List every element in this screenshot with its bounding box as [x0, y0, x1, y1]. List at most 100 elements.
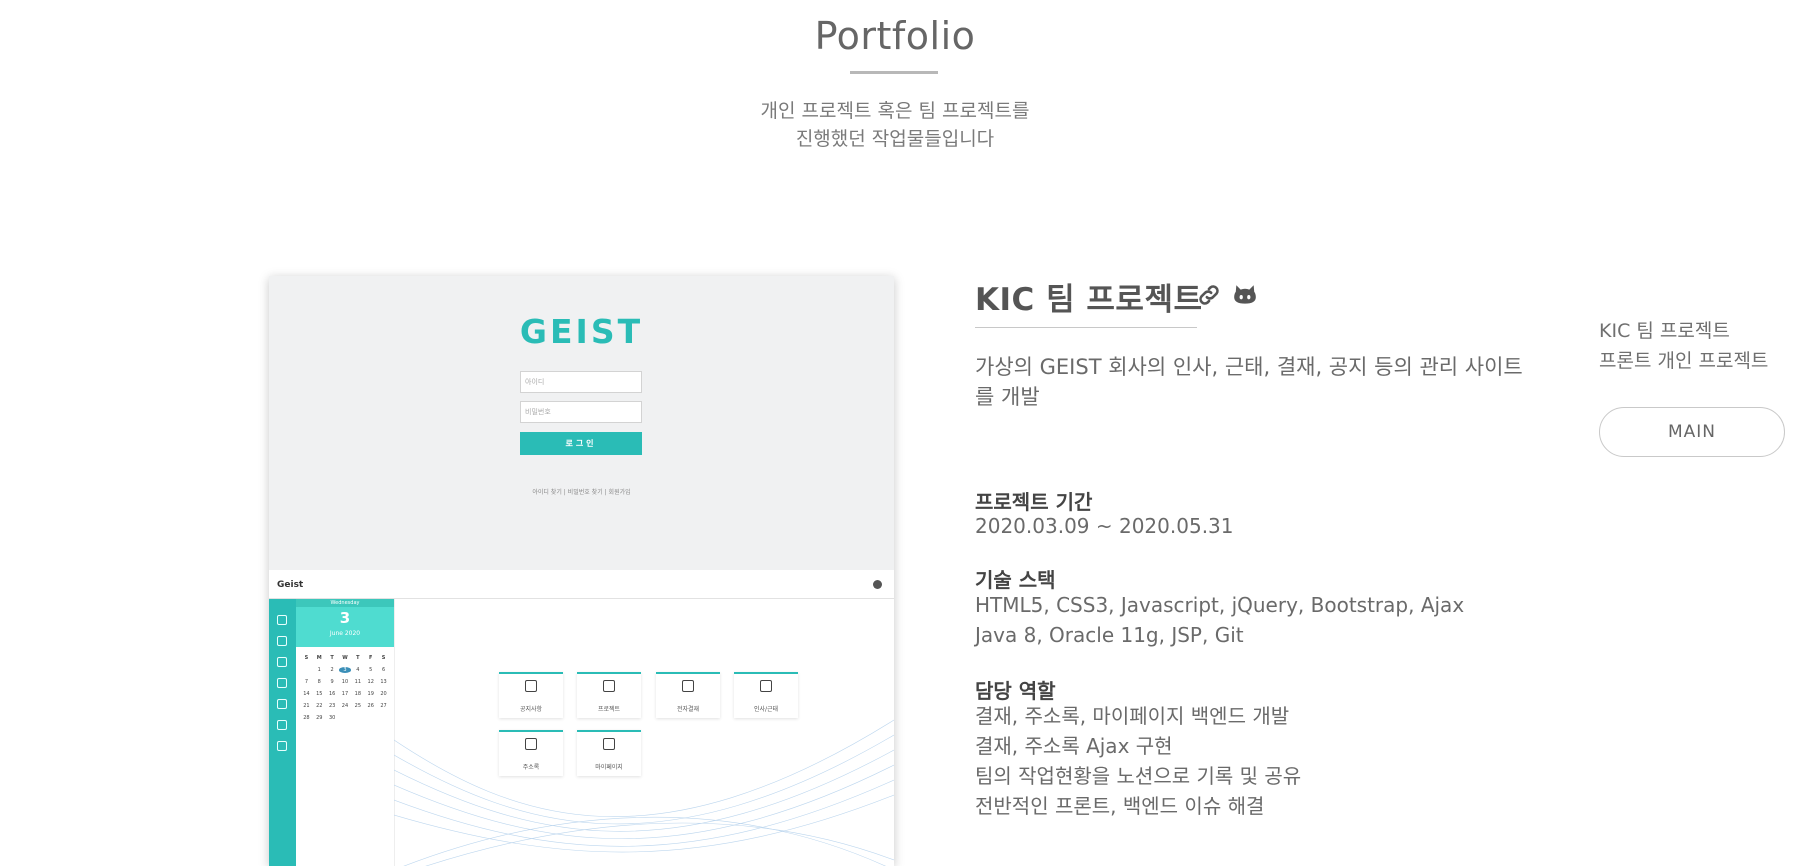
notice-tile-icon	[525, 680, 537, 692]
role-item: 전반적인 프론트, 백엔드 이슈 해결	[975, 794, 1265, 818]
calendar-day: 8	[317, 679, 321, 685]
tile-project: 프로젝트	[577, 672, 641, 718]
side-nav-item-team-project[interactable]: KIC 팀 프로젝트	[1599, 316, 1768, 346]
link-icon[interactable]	[1196, 282, 1222, 308]
login-button-preview: 로그인	[520, 432, 642, 455]
calendar-day-head: W	[342, 655, 348, 661]
attendance-icon	[277, 699, 287, 709]
subtitle-line-1: 개인 프로젝트 혹은 팀 프로젝트를	[760, 100, 1030, 122]
role-heading: 담당 역할	[975, 679, 1056, 703]
calendar-month: June 2020	[329, 630, 361, 637]
calendar-day: 27	[380, 703, 387, 709]
calendar-day-head: S	[381, 655, 386, 661]
attendance-tile-icon	[760, 680, 772, 692]
calendar-day: 30	[328, 715, 336, 721]
calendar-grid: S M T W T F S 1 2 3 4 5 6 7 8 9 10 11 12 13 14 15 16 17 18 19 20 21…	[300, 655, 390, 721]
calendar-day: 2	[330, 667, 334, 673]
calendar-day: 23	[328, 703, 336, 709]
calendar-day: 22	[316, 703, 323, 709]
calendar-widget: Wednesday 3 June 2020 S M T W T F S 1 2 3 4 5 6 7 8 9 10…	[296, 599, 395, 866]
login-screen-preview: GEIST 아이디 비밀번호 로그인 아이디 찾기 | 비밀번호 찾기 | 회원…	[269, 276, 894, 570]
calendar-day-head: F	[369, 655, 373, 661]
tile-label: 인사/근태	[753, 706, 779, 713]
wave-decoration	[394, 719, 894, 866]
calendar-day: 10	[341, 679, 349, 685]
calendar-day: 17	[341, 691, 349, 697]
project-tile-icon	[603, 680, 615, 692]
calendar-day: 1	[317, 667, 321, 673]
tile-label: 주소록	[522, 764, 540, 771]
dashboard-preview: Geist Wednesday 3 June 2020 SMTWTFS12345…	[269, 570, 894, 866]
role-item: 결재, 주소록, 마이페이지 백엔드 개발	[975, 704, 1290, 728]
stack-line-2: Java 8, Oracle 11g, JSP, Git	[975, 623, 1244, 647]
main-button[interactable]: MAIN	[1599, 407, 1785, 457]
stack-line-1: HTML5, CSS3, Javascript, jQuery, Bootstr…	[975, 593, 1465, 617]
calendar-day: 9	[330, 679, 334, 685]
tile-label: 공지사항	[519, 706, 543, 713]
calendar-day-head: T	[356, 655, 360, 661]
calendar-day: 19	[367, 691, 374, 697]
dashboard-logo: Geist	[277, 580, 304, 590]
calendar-day: 5	[369, 667, 373, 673]
user-icon	[873, 580, 882, 589]
stack-heading: 기술 스택	[975, 568, 1056, 592]
calendar-day: 20	[380, 691, 387, 697]
calendar-day: 24	[341, 703, 349, 709]
github-icon[interactable]	[1232, 282, 1258, 308]
calendar-day: 14	[303, 691, 310, 697]
calendar-day: 16	[328, 691, 336, 697]
tile-approval: 전자결재	[656, 672, 720, 718]
calendar-header: Wednesday 3 June 2020	[296, 599, 394, 647]
period-value: 2020.03.09 ~ 2020.05.31	[975, 514, 1234, 538]
tile-label: 전자결재	[676, 706, 700, 713]
side-nav: KIC 팀 프로젝트 프론트 개인 프로젝트	[1599, 316, 1768, 376]
section-title: Portfolio	[814, 14, 976, 58]
calendar-day: 3	[338, 667, 352, 673]
dashboard-sidebar	[269, 599, 296, 866]
calendar-day: 25	[354, 703, 362, 709]
role-item: 팀의 작업현황을 노션으로 기록 및 공유	[975, 764, 1302, 788]
calendar-day-head: M	[316, 655, 322, 661]
notice-icon	[277, 636, 287, 646]
password-input-preview: 비밀번호	[520, 401, 642, 423]
project-screenshot: GEIST 아이디 비밀번호 로그인 아이디 찾기 | 비밀번호 찾기 | 회원…	[269, 276, 894, 866]
project-title: KIC 팀 프로젝트	[975, 282, 1203, 318]
mypage-icon	[277, 741, 287, 751]
id-input-preview: 아이디	[520, 371, 642, 393]
calendar-day: 29	[316, 715, 323, 721]
dashboard-topbar: Geist	[269, 570, 894, 599]
project-description: 가상의 GEIST 회사의 인사, 근태, 결재, 공지 등의 관리 사이트를 …	[975, 355, 1523, 409]
calendar-day-head: S	[304, 655, 309, 661]
calendar-day: 4	[356, 667, 360, 673]
project-links	[1196, 282, 1258, 308]
tile-mypage: 마이페이지	[577, 730, 641, 776]
calendar-day: 12	[367, 679, 374, 685]
address-book-icon	[277, 720, 287, 730]
tile-address-book: 주소록	[499, 730, 563, 776]
calendar-day: 7	[304, 679, 309, 685]
calendar-day: 18	[354, 691, 362, 697]
calendar-day: 6	[381, 667, 386, 673]
project-title-divider	[975, 327, 1197, 328]
calendar-day: 13	[380, 679, 387, 685]
side-nav-item-front-project[interactable]: 프론트 개인 프로젝트	[1599, 346, 1768, 376]
tile-label: 프로젝트	[597, 706, 621, 713]
geist-logo: GEIST	[519, 312, 644, 351]
calendar-weekday: Wednesday	[296, 599, 394, 607]
project-icon	[277, 657, 287, 667]
tile-label: 마이페이지	[595, 764, 623, 771]
tile-notice: 공지사항	[499, 672, 563, 718]
calendar-day	[300, 667, 313, 673]
mypage-tile-icon	[603, 738, 615, 750]
role-item: 결재, 주소록 Ajax 구현	[975, 734, 1173, 758]
home-icon	[277, 615, 287, 625]
address-book-tile-icon	[525, 738, 537, 750]
calendar-day: 11	[354, 679, 362, 685]
approval-icon	[277, 678, 287, 688]
approval-tile-icon	[682, 680, 694, 692]
calendar-day: 28	[303, 715, 310, 721]
title-underline	[850, 71, 938, 74]
calendar-date: 3	[339, 609, 351, 627]
section-subtitle: 개인 프로젝트 혹은 팀 프로젝트를 진행했던 작업물들입니다	[0, 97, 1790, 153]
calendar-day: 21	[303, 703, 310, 709]
